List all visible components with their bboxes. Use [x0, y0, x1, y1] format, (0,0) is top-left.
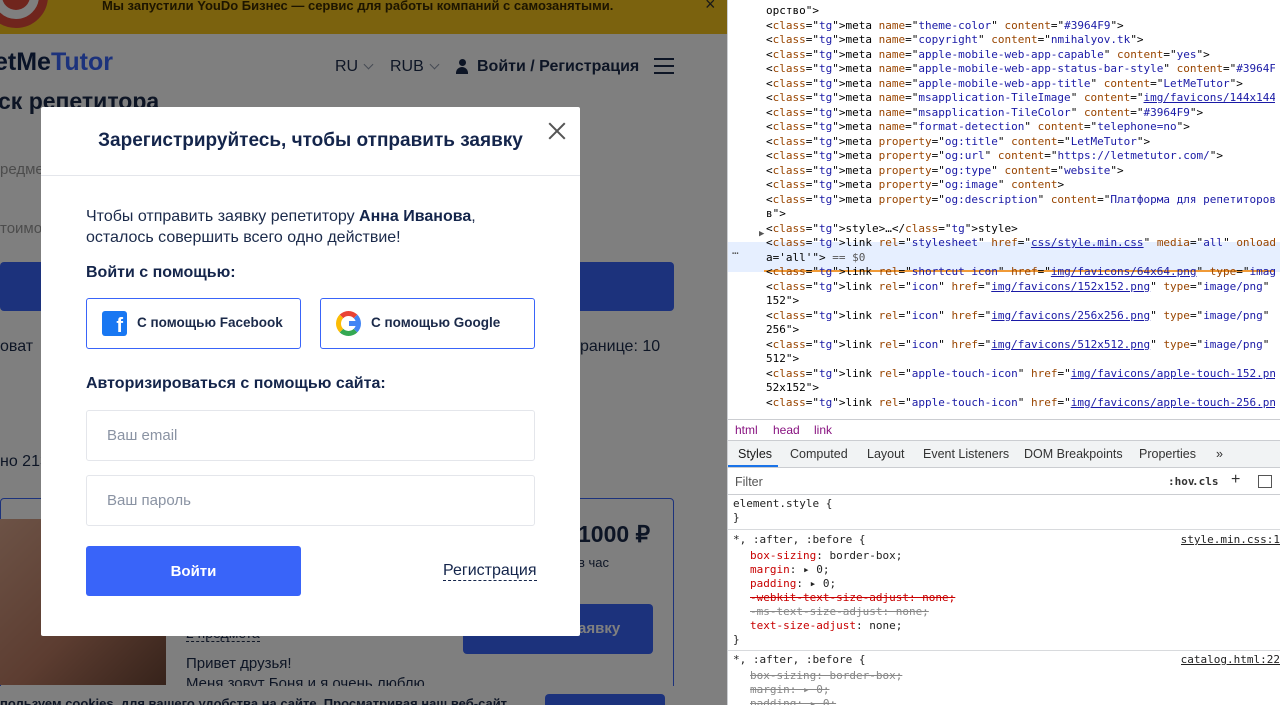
code-line[interactable]: 256"> — [766, 323, 1275, 338]
prop-value: border-box; — [829, 549, 903, 562]
google-login-button[interactable]: С помощью Google — [320, 298, 535, 349]
tutor-name: Анна Иванова — [359, 208, 472, 225]
code-line[interactable]: <class="tg">meta name="format-detection"… — [766, 120, 1275, 135]
active-tab-indicator — [728, 465, 778, 467]
social-login-label: Войти с помощью: — [86, 264, 236, 281]
rule-source-2[interactable]: catalog.html:22 — [1181, 653, 1280, 667]
tab-computed[interactable]: Computed — [790, 447, 848, 461]
code-line[interactable]: <class="tg">meta property="og:type" cont… — [766, 164, 1275, 179]
login-button[interactable]: Войти — [86, 546, 301, 596]
prop-value: ▸ 0; — [803, 563, 830, 576]
devtools-tabs: Styles Computed Layout Event Listeners D… — [728, 441, 1280, 468]
code-line[interactable]: <class="tg">meta property="og:descriptio… — [766, 193, 1275, 208]
code-line[interactable]: <class="tg">style>…</class="tg">style> — [766, 222, 1275, 237]
rule-source-1-link[interactable]: style.min.css:1 — [1181, 533, 1280, 546]
breadcrumb-link[interactable]: link — [814, 423, 832, 437]
code-line[interactable]: <class="tg">meta property="og:title" con… — [766, 135, 1275, 150]
toggle-sidebar-icon[interactable] — [1258, 475, 1272, 488]
site-login-label: Авторизироваться с помощью сайта: — [86, 375, 386, 392]
prop-text-size-adjust[interactable]: text-size-adjust: none; — [750, 619, 1272, 633]
code-line[interactable]: <class="tg">meta name="msapplication-Til… — [766, 106, 1275, 121]
code-line[interactable]: <class="tg">meta name="copyright" conten… — [766, 33, 1275, 48]
code-line[interactable]: <class="tg">link rel="apple-touch-icon" … — [766, 396, 1275, 411]
google-login-label: С помощью Google — [371, 315, 501, 330]
email-field[interactable] — [86, 410, 535, 461]
code-line[interactable]: 512"> — [766, 352, 1275, 367]
prop-ms-text-size-adjust[interactable]: -ms-text-size-adjust: none; — [750, 605, 1272, 619]
breadcrumb: html head link — [728, 419, 1280, 441]
prop-name: text-size-adjust — [750, 619, 856, 632]
facebook-login-button[interactable]: f С помощью Facebook — [86, 298, 301, 349]
tab-dom-breakpoints[interactable]: DOM Breakpoints — [1024, 447, 1123, 461]
modal-divider — [41, 175, 580, 176]
code-line[interactable]: a='all'"> == $0 — [766, 251, 1275, 266]
elements-tree: … ▶ орство"> <class="tg">meta name="theme… — [728, 0, 1280, 419]
register-link[interactable]: Регистрация — [443, 561, 537, 581]
code-line[interactable]: орство"> — [766, 4, 1275, 19]
element-style-rule[interactable]: element.style { — [733, 497, 1272, 511]
prop-name: padding — [750, 577, 797, 590]
prop-value: ▸ 0; — [809, 577, 837, 590]
filter-input[interactable]: Filter — [735, 475, 763, 489]
rule-close: } — [733, 633, 740, 646]
rule-source-1[interactable]: style.min.css:1 — [1181, 533, 1280, 547]
code-line[interactable]: <class="tg">meta name="msapplication-Til… — [766, 91, 1275, 106]
code-line[interactable]: <class="tg">meta name="apple-mobile-web-… — [766, 62, 1275, 77]
website-viewport: Мы запустили YouDo Бизнес — сервис для р… — [0, 0, 727, 705]
code-line[interactable]: <class="tg">link rel="shortcut icon" hre… — [766, 265, 1275, 280]
rule-divider — [728, 529, 1280, 530]
code-line[interactable]: <class="tg">meta name="apple-mobile-web-… — [766, 48, 1275, 63]
register-modal: Зарегистрируйтесь, чтобы отправить заявк… — [41, 107, 580, 636]
node-actions-icon[interactable]: … — [732, 244, 739, 257]
new-rule-icon[interactable]: + — [1231, 471, 1240, 489]
prop-webkit-text-size-adjust[interactable]: -webkit-text-size-adjust: none; — [750, 591, 1272, 605]
prop-value: none; — [869, 619, 903, 632]
facebook-icon: f — [102, 311, 127, 336]
code-line[interactable]: 52x152"> — [766, 381, 1275, 396]
tab-layout[interactable]: Layout — [867, 447, 905, 461]
code-line[interactable]: <class="tg">link rel="icon" href="img/fa… — [766, 338, 1275, 353]
prop-margin-overridden[interactable]: margin: ▸ 0; — [750, 683, 1272, 697]
tab-event-listeners[interactable]: Event Listeners — [923, 447, 1009, 461]
breadcrumb-head[interactable]: head — [773, 423, 800, 437]
rule-divider — [728, 650, 1280, 651]
close-icon[interactable] — [547, 120, 567, 140]
cls-toggle[interactable]: .cls — [1192, 475, 1219, 488]
prop-box-sizing-overridden[interactable]: box-sizing: border-box; — [750, 669, 1272, 683]
tab-properties[interactable]: Properties — [1139, 447, 1196, 461]
modal-title: Зарегистрируйтесь, чтобы отправить заявк… — [98, 130, 523, 151]
prop-padding[interactable]: padding: ▸ 0; — [750, 577, 1272, 591]
code-line[interactable]: 152"> — [766, 294, 1275, 309]
devtools-panel: … ▶ орство"> <class="tg">meta name="theme… — [727, 0, 1280, 705]
code-line[interactable]: <class="tg">link rel="stylesheet" href="… — [766, 236, 1275, 251]
code-line[interactable]: <class="tg">link rel="icon" href="img/fa… — [766, 309, 1275, 324]
rule-close: } — [733, 511, 740, 524]
prop-box-sizing[interactable]: box-sizing: border-box; — [750, 549, 1272, 563]
rule-selector-1-text: *, :after, :before { — [733, 533, 866, 546]
tab-styles[interactable]: Styles — [738, 447, 772, 461]
code-line[interactable]: <class="tg">meta name="theme-color" cont… — [766, 19, 1275, 34]
prop-padding-overridden[interactable]: padding: ▸ 0; — [750, 697, 1272, 705]
password-field[interactable] — [86, 475, 535, 526]
rule-source-2-link[interactable]: catalog.html:22 — [1181, 653, 1280, 666]
prop-margin[interactable]: margin: ▸ 0; — [750, 563, 1272, 577]
tabs-overflow-icon[interactable]: » — [1216, 447, 1223, 461]
desc-text: Чтобы отправить заявку репетитору — [86, 208, 360, 225]
code-line[interactable]: в"> — [766, 207, 1275, 222]
styles-filter-bar: Filter :hov .cls + — [728, 468, 1280, 495]
breadcrumb-html[interactable]: html — [735, 423, 758, 437]
code-line[interactable]: <class="tg">meta property="og:image" con… — [766, 178, 1275, 193]
prop-name: margin — [750, 563, 790, 576]
prop-name: box-sizing — [750, 549, 817, 562]
modal-description: Чтобы отправить заявку репетитору Анна И… — [86, 206, 536, 248]
expand-triangle-icon[interactable]: ▶ — [759, 229, 764, 239]
code-line[interactable]: <class="tg">link rel="apple-touch-icon" … — [766, 367, 1275, 382]
facebook-login-label: С помощью Facebook — [137, 315, 283, 330]
google-icon — [336, 311, 361, 336]
code-line[interactable]: <class="tg">link rel="icon" href="img/fa… — [766, 280, 1275, 295]
hov-toggle[interactable]: :hov — [1168, 475, 1195, 488]
code-line[interactable]: <class="tg">meta property="og:url" conte… — [766, 149, 1275, 164]
code-line[interactable]: <class="tg">meta name="apple-mobile-web-… — [766, 77, 1275, 92]
